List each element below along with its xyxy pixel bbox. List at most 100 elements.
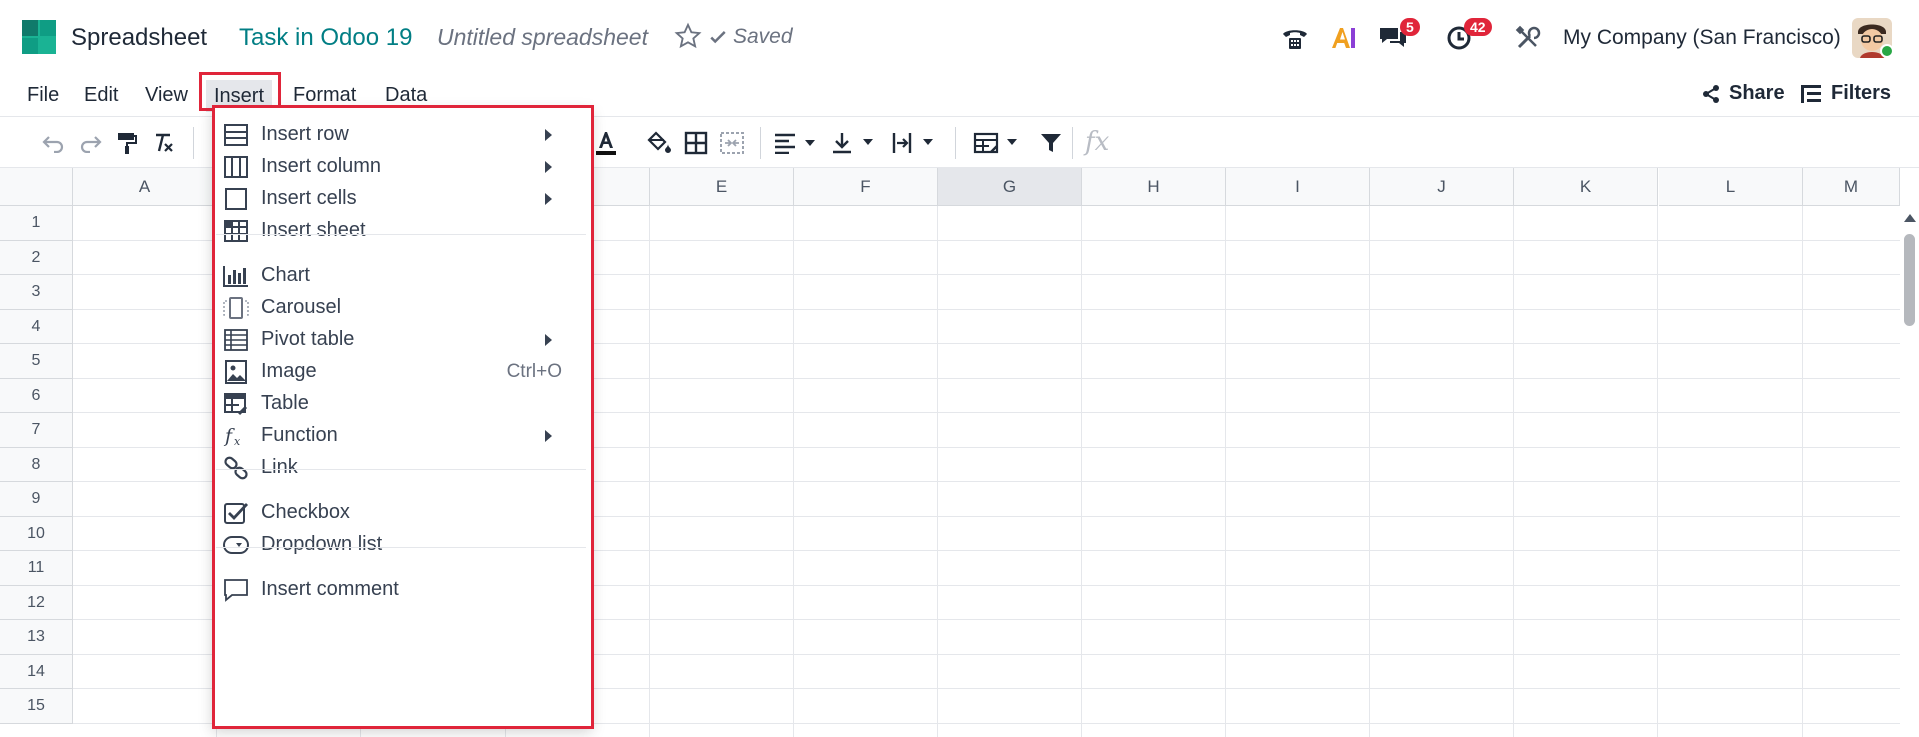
menu-view[interactable]: View [145, 84, 188, 107]
menu-file[interactable]: File [27, 84, 59, 107]
toolbar-separator [760, 127, 761, 159]
menu-item-shortcut: Ctrl+O [506, 360, 562, 382]
phone-icon[interactable] [1280, 18, 1310, 58]
menu-separator [216, 234, 586, 235]
insert-menu-highlight [199, 72, 281, 111]
vertical-align-icon[interactable] [830, 130, 880, 156]
scrollbar-thumb[interactable] [1904, 234, 1915, 326]
share-icon [1703, 84, 1719, 103]
scroll-up-arrow-icon[interactable] [1904, 214, 1916, 222]
menu-edit[interactable]: Edit [84, 84, 118, 107]
menu-data[interactable]: Data [385, 84, 427, 107]
svg-text:x: x [234, 435, 241, 448]
app-name[interactable]: Spreadsheet [71, 24, 207, 52]
grid-column-line [793, 206, 794, 737]
tools-icon[interactable] [1515, 18, 1545, 58]
spreadsheet-name[interactable]: Untitled spreadsheet [437, 24, 648, 51]
row-header-11[interactable]: 11 [0, 551, 73, 586]
menu-item-link[interactable]: Link [212, 448, 588, 487]
column-header-a[interactable]: A [73, 168, 217, 206]
column-header-g[interactable]: G [938, 168, 1082, 206]
row-header-2[interactable]: 2 [0, 240, 73, 275]
column-header-h[interactable]: H [1082, 168, 1226, 206]
row-header-4[interactable]: 4 [0, 309, 73, 344]
menu-item-label: Chart [261, 264, 310, 286]
menu-item-insert-sheet[interactable]: Insert sheet [212, 211, 588, 250]
row-header-12[interactable]: 12 [0, 585, 73, 620]
menu-item-label: Insert cells [261, 187, 357, 209]
menu-item-label: Insert column [261, 155, 382, 177]
chart-icon [221, 261, 251, 291]
row-header-6[interactable]: 6 [0, 378, 73, 413]
messages-badge: 5 [1400, 18, 1420, 36]
menu-item-label: Checkbox [261, 501, 350, 523]
grid-corner[interactable] [0, 168, 73, 206]
formula-bar-fx-icon: fx [1085, 127, 1110, 157]
submenu-arrow-icon [545, 160, 552, 173]
menu-item-label: Link [261, 456, 298, 478]
column-header-k[interactable]: K [1514, 168, 1658, 206]
breadcrumb-task[interactable]: Task in Odoo 19 [239, 24, 412, 52]
favorite-star-icon[interactable] [674, 22, 702, 50]
dropdown-list-icon [221, 530, 251, 560]
submenu-arrow-icon [545, 429, 552, 442]
column-header-f[interactable]: F [794, 168, 938, 206]
filters-label: Filters [1831, 82, 1892, 104]
ai-icon[interactable] [1329, 18, 1359, 58]
function-icon: fx [221, 421, 251, 451]
redo-icon[interactable] [77, 130, 105, 156]
menu-item-dropdown-list[interactable]: Dropdown list [212, 525, 588, 564]
fill-color-icon[interactable] [645, 130, 673, 156]
merge-cells-icon[interactable] [718, 130, 746, 156]
grid-column-line [649, 206, 650, 737]
grid-column-line [1081, 206, 1082, 737]
column-header-i[interactable]: I [1226, 168, 1370, 206]
text-wrapping-icon[interactable] [890, 130, 940, 156]
company-switcher[interactable]: My Company (San Francisco) [1563, 26, 1841, 50]
menu-item-label: Table [261, 392, 309, 414]
row-header-9[interactable]: 9 [0, 482, 73, 517]
grid-column-line [1225, 206, 1226, 737]
menu-item-insert-comment[interactable]: Insert comment [212, 570, 588, 609]
row-header-15[interactable]: 15 [0, 689, 73, 724]
toolbar-separator [1072, 127, 1073, 159]
spreadsheet-app-icon[interactable] [22, 20, 56, 54]
column-header-m[interactable]: M [1803, 168, 1900, 206]
row-header-13[interactable]: 13 [0, 620, 73, 655]
grid-column-line [937, 206, 938, 737]
horizontal-align-icon[interactable] [772, 130, 822, 156]
clear-format-icon[interactable] [149, 130, 177, 156]
pivot-table-icon [221, 325, 251, 355]
submenu-arrow-icon [545, 192, 552, 205]
borders-icon[interactable] [682, 130, 710, 156]
filters-button[interactable]: Filters [1801, 82, 1891, 105]
row-header-1[interactable]: 1 [0, 206, 73, 241]
row-header-8[interactable]: 8 [0, 447, 73, 482]
menu-item-label: Pivot table [261, 328, 355, 350]
text-color-icon[interactable] [592, 130, 620, 156]
row-header-7[interactable]: 7 [0, 413, 73, 448]
grid-column-line [1369, 206, 1370, 737]
row-header-14[interactable]: 14 [0, 654, 73, 689]
column-header-e[interactable]: E [650, 168, 794, 206]
column-header-l[interactable]: L [1659, 168, 1803, 206]
column-header-j[interactable]: J [1370, 168, 1514, 206]
activities-badge: 42 [1464, 18, 1492, 36]
menu-item-label: Image [261, 360, 317, 382]
comment-icon [221, 575, 251, 605]
paint-format-icon[interactable] [113, 130, 141, 156]
filter-funnel-icon[interactable] [1037, 130, 1065, 156]
menu-item-label: Insert sheet [261, 219, 366, 241]
row-header-3[interactable]: 3 [0, 275, 73, 310]
menu-format[interactable]: Format [293, 84, 356, 107]
share-button[interactable]: Share [1701, 82, 1785, 105]
carousel-icon [221, 293, 251, 323]
checkbox-icon [221, 498, 251, 528]
saved-status: Saved [709, 25, 793, 49]
undo-icon[interactable] [39, 130, 67, 156]
row-header-5[interactable]: 5 [0, 344, 73, 379]
row-header-10[interactable]: 10 [0, 516, 73, 551]
table-style-icon[interactable] [972, 130, 1024, 156]
insert-sheet-icon [221, 216, 251, 246]
submenu-arrow-icon [545, 333, 552, 346]
